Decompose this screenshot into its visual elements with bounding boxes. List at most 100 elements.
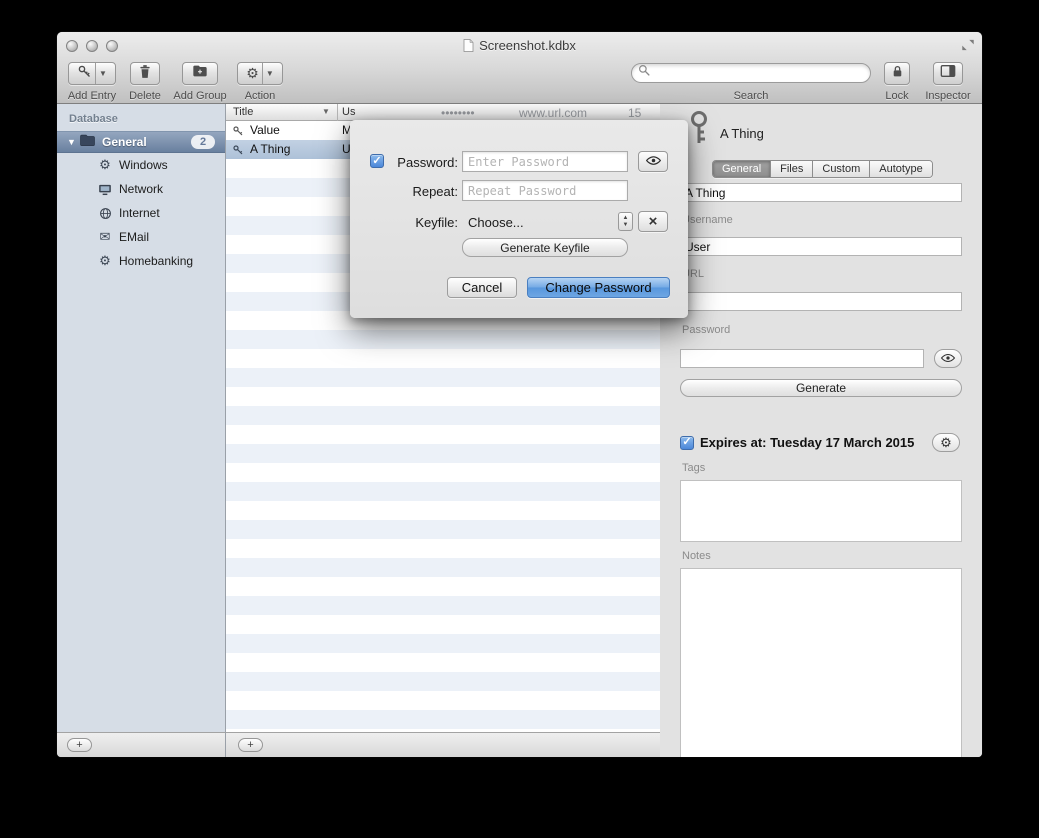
checkmark-icon: ✓ bbox=[682, 437, 691, 448]
envelope-icon: ✉ bbox=[97, 229, 113, 245]
generate-password-button[interactable]: Generate bbox=[680, 379, 962, 397]
dialog-password-input[interactable] bbox=[462, 151, 628, 172]
sidebar-item-homebanking[interactable]: ⚙ Homebanking bbox=[57, 249, 225, 273]
dialog-show-password-button[interactable] bbox=[638, 151, 668, 172]
sidebar-item-label: EMail bbox=[119, 230, 149, 244]
delete-button[interactable] bbox=[130, 62, 160, 85]
inspector-entry-title: A Thing bbox=[720, 126, 764, 141]
delete-label: Delete bbox=[115, 90, 175, 102]
notes-input[interactable] bbox=[680, 568, 962, 757]
fullscreen-button[interactable] bbox=[960, 38, 976, 52]
tab-autotype[interactable]: Autotype bbox=[870, 161, 931, 177]
sidebar-item-label: Internet bbox=[119, 206, 160, 220]
sidebar-item-internet[interactable]: Internet bbox=[57, 201, 225, 225]
sort-indicator-icon: ▼ bbox=[322, 107, 330, 116]
app-window: Screenshot.kdbx ▼ bbox=[57, 32, 982, 757]
cancel-button[interactable]: Cancel bbox=[447, 277, 517, 298]
title-field[interactable] bbox=[680, 183, 962, 202]
search-input[interactable] bbox=[651, 66, 851, 80]
gear-icon: ⚙ bbox=[97, 253, 113, 269]
window-chrome: Screenshot.kdbx ▼ bbox=[57, 32, 982, 104]
action-label: Action bbox=[230, 90, 290, 102]
inspector-tabbar: General Files Custom Autotype bbox=[712, 160, 933, 178]
clear-keyfile-button[interactable]: × bbox=[638, 211, 668, 232]
close-x-icon: × bbox=[649, 214, 658, 229]
show-password-button[interactable] bbox=[934, 349, 962, 368]
search-label: Search bbox=[631, 90, 871, 102]
popup-stepper-icon[interactable]: ▲▼ bbox=[618, 212, 633, 231]
expires-checkbox[interactable]: ✓ bbox=[680, 436, 694, 450]
change-password-button[interactable]: Change Password bbox=[527, 277, 670, 298]
lock-icon bbox=[891, 64, 904, 84]
tab-custom[interactable]: Custom bbox=[813, 161, 870, 177]
sidebar-item-email[interactable]: ✉ EMail bbox=[57, 225, 225, 249]
window-title: Screenshot.kdbx bbox=[57, 38, 982, 55]
button-divider bbox=[95, 63, 96, 84]
key-icon bbox=[232, 143, 244, 161]
sidebar-item-network[interactable]: Network bbox=[57, 177, 225, 201]
inspector-toggle-button[interactable] bbox=[933, 62, 963, 85]
password-label: Password bbox=[682, 324, 730, 336]
column-header-username[interactable]: Us bbox=[342, 106, 355, 118]
url-field[interactable] bbox=[680, 292, 962, 311]
folder-icon bbox=[79, 133, 96, 152]
desktop-background: Screenshot.kdbx ▼ bbox=[0, 0, 1039, 838]
lock-button[interactable] bbox=[884, 62, 910, 85]
entry-title-cell: Value bbox=[250, 123, 280, 137]
username-label: Username bbox=[682, 214, 733, 226]
column-divider[interactable] bbox=[337, 104, 338, 121]
entry-count-badge: 2 bbox=[191, 135, 215, 149]
search-icon bbox=[638, 64, 651, 82]
sidebar-section-header: Database bbox=[69, 113, 118, 125]
search-field[interactable] bbox=[631, 63, 871, 83]
tab-files[interactable]: Files bbox=[771, 161, 813, 177]
expires-row: ✓ Expires at: Tuesday 17 March 2015 bbox=[680, 435, 914, 450]
faded-url-cell: www.url.com bbox=[519, 106, 587, 120]
password-field[interactable] bbox=[680, 349, 924, 368]
sidebar-item-label: Network bbox=[119, 182, 163, 196]
sidebar-item-label: Homebanking bbox=[119, 254, 193, 268]
column-header-title[interactable]: Title bbox=[233, 106, 253, 118]
change-password-dialog: ✓ Password: Repeat: Keyfile: Choose... ▲… bbox=[350, 120, 688, 318]
eye-icon bbox=[941, 350, 955, 368]
sidebar-item-windows[interactable]: ⚙ Windows bbox=[57, 153, 225, 177]
generate-keyfile-button[interactable]: Generate Keyfile bbox=[462, 238, 628, 257]
entry-list-bottom-bar: + bbox=[225, 732, 660, 757]
inspector-label: Inspector bbox=[918, 90, 978, 102]
eye-icon bbox=[646, 153, 661, 171]
keyfile-popup-button[interactable]: Choose... bbox=[468, 215, 524, 230]
add-group-label: Add Group bbox=[167, 90, 233, 102]
folder-plus-icon bbox=[192, 64, 208, 83]
tags-label: Tags bbox=[682, 462, 705, 474]
dialog-repeat-label: Repeat: bbox=[372, 184, 458, 199]
monitor-icon bbox=[97, 183, 113, 196]
dialog-repeat-input[interactable] bbox=[462, 180, 628, 201]
add-group-plus-button[interactable]: + bbox=[67, 738, 92, 752]
disclosure-triangle-icon[interactable]: ▼ bbox=[67, 137, 79, 147]
sidebar-item-general[interactable]: ▼ General 2 bbox=[57, 131, 225, 153]
add-entry-plus-button[interactable]: + bbox=[238, 738, 263, 752]
tab-general[interactable]: General bbox=[713, 161, 771, 177]
dialog-keyfile-label: Keyfile: bbox=[372, 215, 458, 230]
username-field[interactable] bbox=[680, 237, 962, 256]
entry-title-cell: A Thing bbox=[250, 142, 290, 156]
sidebar-group-label: General bbox=[102, 135, 191, 149]
action-button[interactable]: ⚙ ▼ bbox=[237, 62, 283, 85]
document-icon bbox=[463, 39, 474, 55]
entry-list-header[interactable]: Title ▼ Us •••••••• www.url.com 15 bbox=[226, 104, 661, 121]
window-title-text: Screenshot.kdbx bbox=[479, 38, 576, 53]
inspector-panel-icon bbox=[940, 64, 956, 83]
add-entry-button[interactable]: ▼ bbox=[68, 62, 116, 85]
tags-input[interactable] bbox=[680, 480, 962, 542]
add-group-button[interactable] bbox=[182, 62, 218, 85]
sidebar: Database ▼ General 2 ⚙ Windows Network bbox=[57, 104, 225, 732]
key-icon bbox=[686, 110, 712, 151]
faded-password-cell: •••••••• bbox=[441, 106, 475, 120]
dialog-password-label: Password: bbox=[372, 155, 458, 170]
gear-icon: ⚙ bbox=[97, 157, 113, 173]
expires-settings-button[interactable]: ⚙ bbox=[932, 433, 960, 452]
sidebar-item-label: Windows bbox=[119, 158, 168, 172]
gear-icon: ⚙ bbox=[246, 65, 259, 82]
gear-icon: ⚙ bbox=[940, 435, 952, 451]
sidebar-bottom-bar: + bbox=[57, 732, 225, 757]
